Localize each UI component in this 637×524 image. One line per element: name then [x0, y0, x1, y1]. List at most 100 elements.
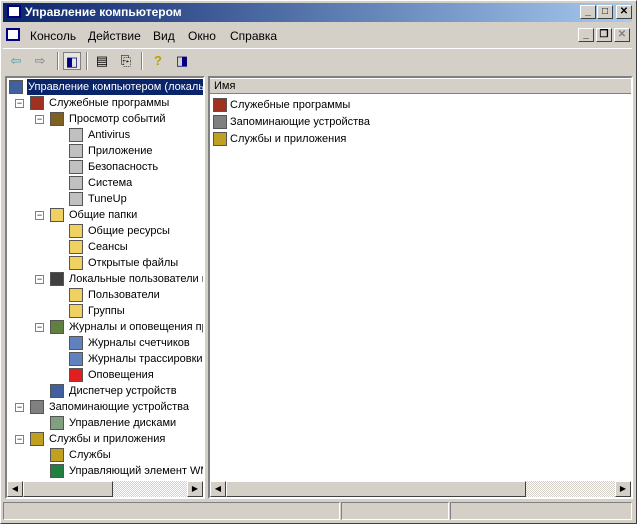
scroll-right-button[interactable]: ▶ [187, 481, 203, 497]
tree-item-label: Службы [69, 449, 111, 461]
tree-item[interactable]: − Общие папки [7, 207, 203, 223]
status-bar-section [450, 502, 632, 520]
computer-icon [9, 80, 23, 94]
tree-item-label: Журналы трассировки [88, 353, 203, 365]
tree-horizontal-scrollbar[interactable]: ◀ ▶ [7, 481, 203, 497]
export-list-icon[interactable]: ⎘ [117, 52, 135, 70]
device-manager-icon [50, 384, 64, 398]
tree-item-label: Antivirus [88, 129, 131, 141]
collapse-toggle[interactable]: − [35, 115, 44, 124]
tree-item[interactable]: Оповещения [7, 367, 203, 383]
separator [86, 52, 88, 70]
tree-item[interactable]: − Служебные программы [7, 95, 203, 111]
tree-item-label: Журналы счетчиков [88, 337, 190, 349]
close-button[interactable]: ✕ [616, 5, 632, 19]
show-hide-action-pane-icon[interactable]: ◨ [173, 52, 191, 70]
tree-item[interactable]: Группы [7, 303, 203, 319]
list-item-label: Службы и приложения [230, 133, 347, 145]
tree-item[interactable]: Antivirus [7, 127, 203, 143]
tree-item[interactable]: TuneUp [7, 191, 203, 207]
scroll-left-button[interactable]: ◀ [210, 481, 226, 497]
collapse-toggle[interactable]: − [15, 99, 24, 108]
menu-window[interactable]: Окно [188, 29, 216, 43]
collapse-toggle[interactable]: − [35, 211, 44, 220]
maximize-button[interactable]: □ [597, 5, 613, 19]
tree-item[interactable]: Диспетчер устройств [7, 383, 203, 399]
log-icon [69, 144, 83, 158]
tree-item-label: Управление дисками [69, 417, 177, 429]
storage-icon [213, 115, 227, 129]
gear-icon [50, 448, 64, 462]
tree-item[interactable]: Сеансы [7, 239, 203, 255]
back-icon[interactable]: ⇦ [7, 52, 25, 70]
folder-icon [50, 208, 64, 222]
menu-action[interactable]: Действие [88, 29, 141, 43]
tree-item[interactable]: Журналы счетчиков [7, 335, 203, 351]
tree-item[interactable]: Управление компьютером (локальным) [7, 79, 203, 95]
menu-help[interactable]: Справка [230, 29, 277, 43]
mdi-minimize-button[interactable]: _ [578, 28, 594, 42]
computer-icon [7, 5, 21, 18]
tree-item[interactable]: Управление дисками [7, 415, 203, 431]
mdi-close-button[interactable]: ✕ [614, 28, 630, 42]
tree-item-label: Открытые файлы [88, 257, 179, 269]
collapse-toggle[interactable]: − [35, 323, 44, 332]
log-icon [69, 192, 83, 206]
tools-icon [30, 96, 44, 110]
help-icon[interactable]: ? [149, 52, 167, 70]
tree-item-label: Пользователи [88, 289, 160, 301]
tree-item[interactable]: Журналы трассировки [7, 351, 203, 367]
scroll-right-button[interactable]: ▶ [615, 481, 631, 497]
minimize-button[interactable]: _ [580, 5, 596, 19]
tree-pane: Управление компьютером (локальным)−Служе… [5, 76, 205, 499]
tree-item[interactable]: − Журналы и оповещения производительности [7, 319, 203, 335]
tree-item[interactable]: − Запоминающие устройства [7, 399, 203, 415]
tree-item[interactable]: Управляющий элемент WMI [7, 463, 203, 479]
scroll-thumb[interactable] [226, 481, 526, 497]
tree-item-label: Сеансы [88, 241, 128, 253]
column-header-name[interactable]: Имя [210, 78, 631, 94]
perf-logs-icon [50, 320, 64, 334]
list-item-label: Запоминающие устройства [230, 116, 371, 128]
menu-console[interactable]: Консоль [30, 29, 76, 43]
scroll-thumb[interactable] [23, 481, 113, 497]
list-item-label: Служебные программы [230, 99, 351, 111]
tree-item[interactable]: Система [7, 175, 203, 191]
tree-item[interactable]: Общие ресурсы [7, 223, 203, 239]
show-hide-tree-icon[interactable]: ◧ [63, 52, 81, 70]
tree-item-label: Система [88, 177, 133, 189]
tree-item[interactable]: − Локальные пользователи и группы [7, 271, 203, 287]
scroll-left-button[interactable]: ◀ [7, 481, 23, 497]
console-icon[interactable] [6, 28, 20, 41]
folder-icon [69, 240, 83, 254]
tree-item[interactable]: − Службы и приложения [7, 431, 203, 447]
mdi-restore-button[interactable]: ❐ [596, 28, 612, 42]
tree-item-label: TuneUp [88, 193, 127, 205]
list-horizontal-scrollbar[interactable]: ◀ ▶ [210, 481, 631, 497]
folder-icon [69, 224, 83, 238]
properties-icon[interactable]: ▤ [93, 52, 111, 70]
tree-item[interactable]: Безопасность [7, 159, 203, 175]
collapse-toggle[interactable]: − [15, 435, 24, 444]
forward-icon[interactable]: ⇨ [31, 52, 49, 70]
tree-item-label: Просмотр событий [69, 113, 166, 125]
tree-item[interactable]: Пользователи [7, 287, 203, 303]
tree-item-label: Локальные пользователи и группы [69, 273, 203, 285]
tree-item-label: Управление компьютером (локальным) [27, 79, 203, 95]
folder-icon [69, 304, 83, 318]
menu-view[interactable]: Вид [153, 29, 175, 43]
log-icon [69, 160, 83, 174]
collapse-toggle[interactable]: − [35, 275, 44, 284]
tree-item[interactable]: Службы [7, 447, 203, 463]
folder-icon [69, 256, 83, 270]
tree-item[interactable]: Открытые файлы [7, 255, 203, 271]
folder-icon [69, 288, 83, 302]
separator [57, 52, 59, 70]
collapse-toggle[interactable]: − [15, 403, 24, 412]
tree-item[interactable]: Приложение [7, 143, 203, 159]
window-title: Управление компьютером [25, 5, 182, 19]
tree-item-label: Безопасность [88, 161, 159, 173]
tree-item-label: Группы [88, 305, 125, 317]
services-icon [213, 132, 227, 146]
tree-item[interactable]: − Просмотр событий [7, 111, 203, 127]
